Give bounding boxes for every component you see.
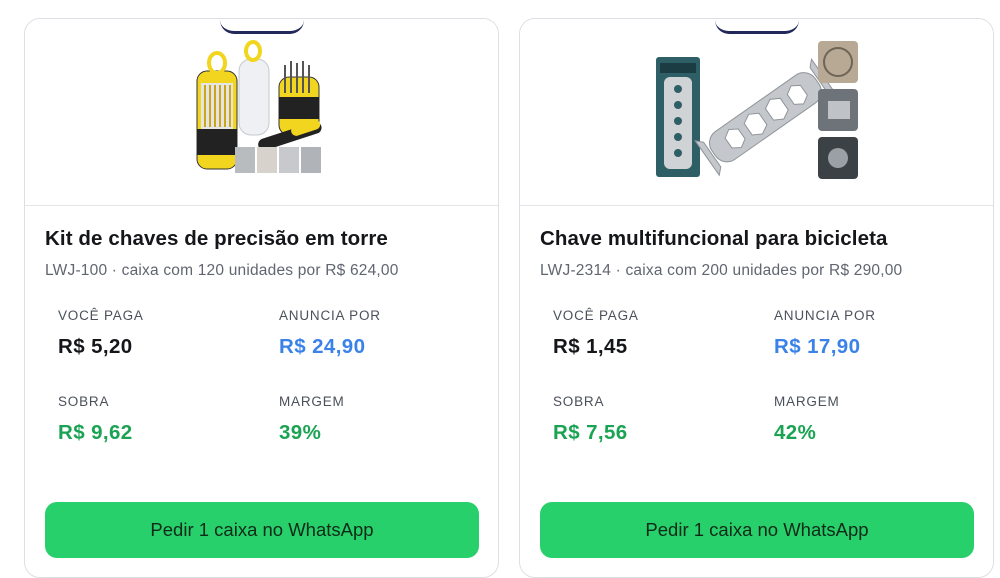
margin-label: MARGEM (774, 394, 840, 409)
precision-screwdriver-kit-icon (196, 40, 322, 173)
product-title: Chave multifuncional para bicicleta (540, 227, 888, 250)
image-carousel-indicator (714, 19, 799, 34)
list-price-label: ANUNCIA POR (774, 308, 876, 323)
you-pay-value: R$ 1,45 (553, 335, 628, 358)
you-pay-label: VOCÊ PAGA (58, 308, 144, 323)
product-subtitle: LWJ-100 · caixa com 120 unidades por R$ … (45, 262, 399, 279)
list-price-label: ANUNCIA POR (279, 308, 381, 323)
profit-value: R$ 9,62 (58, 421, 133, 444)
product-card: Kit de chaves de precisão em torre LWJ-1… (24, 18, 499, 578)
list-price-value: R$ 24,90 (279, 335, 366, 358)
product-subtitle: LWJ-2314 · caixa com 200 unidades por R$… (540, 262, 903, 279)
list-price-value: R$ 17,90 (774, 335, 861, 358)
you-pay-label: VOCÊ PAGA (553, 308, 639, 323)
margin-value: 39% (279, 421, 322, 444)
image-carousel-indicator (219, 19, 304, 34)
product-image-area (520, 19, 993, 206)
product-title: Kit de chaves de precisão em torre (45, 227, 388, 250)
profit-label: SOBRA (58, 394, 110, 409)
margin-label: MARGEM (279, 394, 345, 409)
margin-value: 42% (774, 421, 817, 444)
product-image-area (25, 19, 498, 206)
profit-value: R$ 7,56 (553, 421, 628, 444)
bicycle-multi-wrench-icon (655, 41, 858, 179)
profit-label: SOBRA (553, 394, 605, 409)
order-whatsapp-button[interactable]: Pedir 1 caixa no WhatsApp (45, 502, 479, 558)
you-pay-value: R$ 5,20 (58, 335, 133, 358)
order-whatsapp-button[interactable]: Pedir 1 caixa no WhatsApp (540, 502, 974, 558)
product-card: Chave multifuncional para bicicleta LWJ-… (519, 18, 994, 578)
